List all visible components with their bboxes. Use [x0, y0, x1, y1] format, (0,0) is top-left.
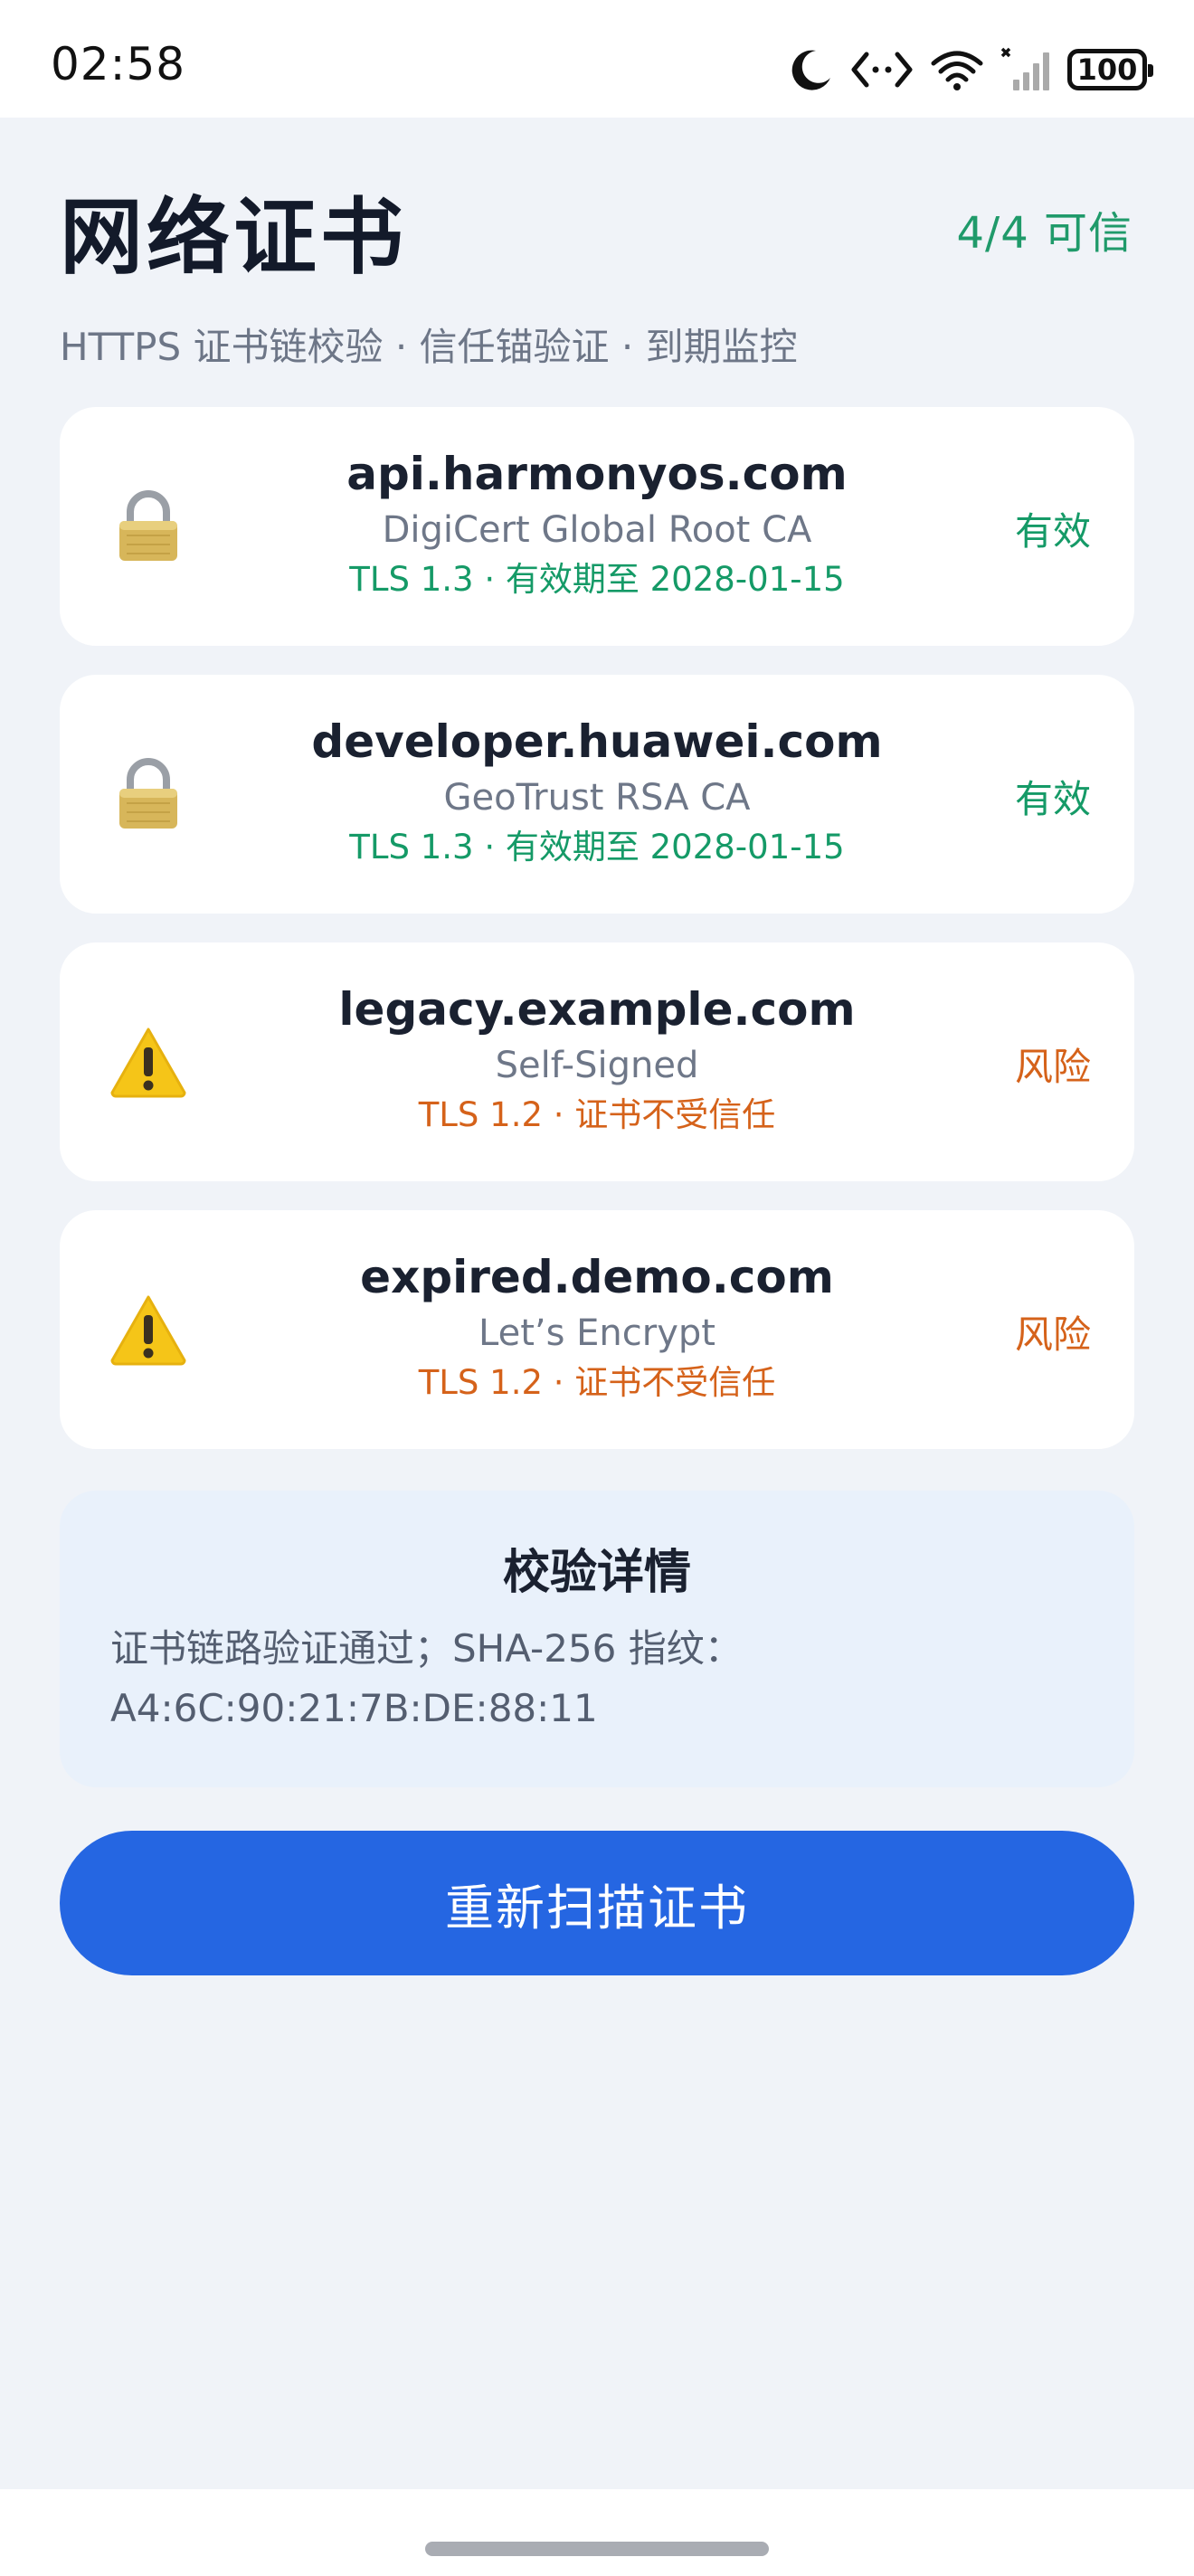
- status-time: 02:58: [51, 38, 186, 90]
- certificate-issuer: GeoTrust RSA CA: [443, 777, 751, 819]
- fingerprint-value: A4:6C:90:21:7B:DE:88:11: [110, 1686, 598, 1730]
- status-badge: 风险: [1014, 1045, 1091, 1089]
- certificate-issuer: DigiCert Global Root CA: [382, 509, 812, 551]
- lock-icon: [103, 481, 194, 572]
- detail-line: 证书链路验证通过；SHA-256 指纹：: [110, 1626, 743, 1671]
- code-icon: [850, 47, 914, 92]
- certificate-meta: TLS 1.3 · 有效期至 2028-01-15: [349, 560, 845, 599]
- warning-icon: [103, 1017, 194, 1107]
- moon-icon: [789, 47, 834, 92]
- certificate-issuer: Self-Signed: [495, 1045, 699, 1086]
- detail-text: 证书链路验证通过；SHA-256 指纹： A4:6C:90:21:7B:DE:8…: [110, 1619, 1084, 1738]
- rescan-button[interactable]: 重新扫描证书: [60, 1831, 1134, 1975]
- certificate-host: api.harmonyos.com: [346, 448, 848, 500]
- battery-icon: 100: [1067, 49, 1153, 90]
- certificate-meta: TLS 1.2 · 证书不受信任: [418, 1363, 776, 1402]
- certificate-card[interactable]: developer.huawei.com GeoTrust RSA CA TLS…: [60, 675, 1134, 914]
- certificate-card[interactable]: legacy.example.com Self-Signed TLS 1.2 ·…: [60, 942, 1134, 1181]
- certificate-card[interactable]: expired.demo.com Let’s Encrypt TLS 1.2 ·…: [60, 1210, 1134, 1449]
- certificate-host: legacy.example.com: [338, 983, 856, 1036]
- certificate-info: expired.demo.com Let’s Encrypt TLS 1.2 ·…: [195, 1248, 999, 1406]
- certificate-card[interactable]: api.harmonyos.com DigiCert Global Root C…: [60, 407, 1134, 646]
- detail-title: 校验详情: [502, 1546, 691, 1600]
- certificate-meta: TLS 1.2 · 证书不受信任: [418, 1095, 776, 1134]
- navigation-bar: [0, 2489, 1194, 2576]
- page-title: 网络证书: [60, 189, 408, 286]
- page-subtitle: HTTPS 证书链校验 · 信任锚验证 · 到期监控: [60, 325, 798, 369]
- certificate-host: expired.demo.com: [360, 1251, 834, 1303]
- certificate-issuer: Let’s Encrypt: [479, 1312, 715, 1354]
- certificate-meta: TLS 1.3 · 有效期至 2028-01-15: [349, 828, 845, 867]
- verification-detail-panel: 校验详情 证书链路验证通过；SHA-256 指纹： A4:6C:90:21:7B…: [60, 1491, 1134, 1787]
- wifi-icon: [930, 47, 984, 92]
- status-badge: 风险: [1014, 1312, 1091, 1357]
- warning-icon: [103, 1284, 194, 1375]
- trust-count-badge: 4/4 可信: [956, 208, 1132, 259]
- status-badge: 有效: [1014, 509, 1091, 554]
- status-bar: 02:58 100: [0, 0, 1194, 118]
- home-indicator[interactable]: [425, 2542, 769, 2556]
- certificate-info: legacy.example.com Self-Signed TLS 1.2 ·…: [195, 980, 999, 1138]
- status-badge: 有效: [1014, 777, 1091, 821]
- certificate-info: api.harmonyos.com DigiCert Global Root C…: [195, 445, 999, 602]
- certificate-host: developer.huawei.com: [311, 715, 883, 768]
- certificate-list: api.harmonyos.com DigiCert Global Root C…: [60, 407, 1134, 1478]
- signal-icon: [1000, 47, 1051, 92]
- lock-icon: [103, 749, 194, 839]
- certificate-info: developer.huawei.com GeoTrust RSA CA TLS…: [195, 713, 999, 870]
- status-icons: 100: [789, 42, 1153, 98]
